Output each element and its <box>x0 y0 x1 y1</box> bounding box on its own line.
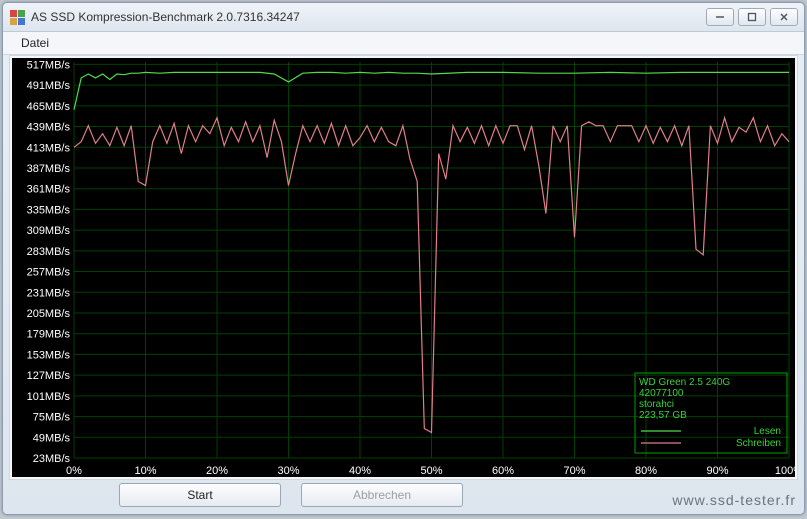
svg-text:42077100: 42077100 <box>639 388 684 399</box>
menubar: Datei <box>3 32 804 55</box>
svg-text:Schreiben: Schreiben <box>736 438 781 449</box>
client-area: 517MB/s 491MB/s 465MB/s 439MB/s 413MB/s 387MB… <box>9 55 798 480</box>
svg-text:439MB/s: 439MB/s <box>27 122 71 134</box>
svg-text:0%: 0% <box>66 465 82 477</box>
svg-text:80%: 80% <box>635 465 657 477</box>
svg-text:127MB/s: 127MB/s <box>27 370 71 382</box>
maximize-button[interactable] <box>738 8 766 26</box>
svg-text:335MB/s: 335MB/s <box>27 204 71 216</box>
svg-text:10%: 10% <box>134 465 156 477</box>
svg-text:413MB/s: 413MB/s <box>27 142 71 154</box>
svg-text:70%: 70% <box>563 465 585 477</box>
svg-text:storahci: storahci <box>639 399 674 410</box>
svg-text:309MB/s: 309MB/s <box>27 225 71 237</box>
svg-text:49MB/s: 49MB/s <box>33 432 71 444</box>
minimize-button[interactable] <box>706 8 734 26</box>
svg-text:283MB/s: 283MB/s <box>27 246 71 258</box>
svg-text:40%: 40% <box>349 465 371 477</box>
benchmark-chart: 517MB/s 491MB/s 465MB/s 439MB/s 413MB/s 387MB… <box>12 58 795 478</box>
svg-text:517MB/s: 517MB/s <box>27 59 71 71</box>
close-button[interactable] <box>770 8 798 26</box>
svg-text:491MB/s: 491MB/s <box>27 80 71 92</box>
titlebar[interactable]: AS SSD Kompression-Benchmark 2.0.7316.34… <box>3 3 804 32</box>
svg-text:75MB/s: 75MB/s <box>33 412 71 424</box>
svg-text:223,57 GB: 223,57 GB <box>639 410 687 421</box>
svg-text:Lesen: Lesen <box>754 426 781 437</box>
svg-text:257MB/s: 257MB/s <box>27 267 71 279</box>
svg-text:90%: 90% <box>706 465 728 477</box>
start-button[interactable]: Start <box>119 483 281 507</box>
chart-area: 517MB/s 491MB/s 465MB/s 439MB/s 413MB/s 387MB… <box>12 58 795 477</box>
app-window: AS SSD Kompression-Benchmark 2.0.7316.34… <box>2 2 805 515</box>
svg-text:179MB/s: 179MB/s <box>27 329 71 341</box>
app-icon <box>9 9 25 25</box>
svg-text:387MB/s: 387MB/s <box>27 163 71 175</box>
svg-text:20%: 20% <box>206 465 228 477</box>
abort-button: Abbrechen <box>301 483 463 507</box>
svg-text:50%: 50% <box>420 465 442 477</box>
svg-text:205MB/s: 205MB/s <box>27 308 71 320</box>
svg-text:465MB/s: 465MB/s <box>27 101 71 113</box>
svg-text:153MB/s: 153MB/s <box>27 349 71 361</box>
watermark: www.ssd-tester.fr <box>672 492 796 508</box>
svg-text:23MB/s: 23MB/s <box>33 453 71 465</box>
svg-text:30%: 30% <box>277 465 299 477</box>
window-controls <box>706 8 798 26</box>
menu-datei[interactable]: Datei <box>13 34 57 52</box>
window-title: AS SSD Kompression-Benchmark 2.0.7316.34… <box>31 10 300 24</box>
svg-text:WD Green 2.5 240G: WD Green 2.5 240G <box>639 377 730 388</box>
svg-text:100%: 100% <box>775 465 795 477</box>
svg-text:231MB/s: 231MB/s <box>27 287 71 299</box>
svg-text:101MB/s: 101MB/s <box>27 391 71 403</box>
svg-text:60%: 60% <box>492 465 514 477</box>
svg-text:361MB/s: 361MB/s <box>27 184 71 196</box>
